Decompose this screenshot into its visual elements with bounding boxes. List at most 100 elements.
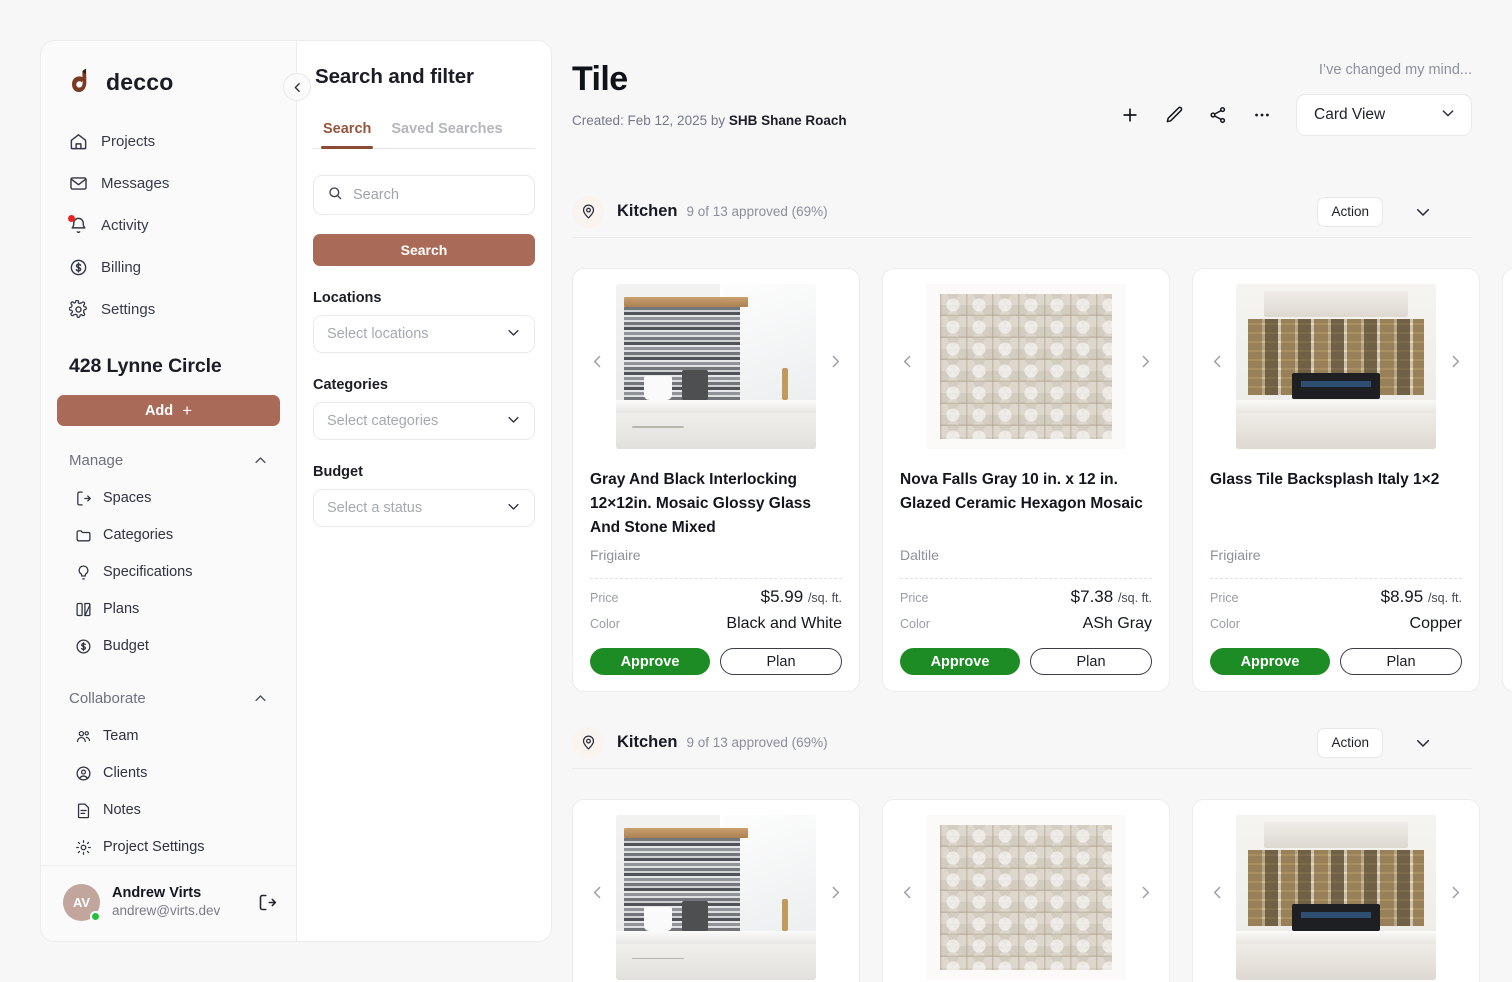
carousel-prev-icon[interactable] [894,349,920,375]
product-card[interactable]: Glass Tile Backsplash Italy 1×2 Frigiair… [1502,268,1512,693]
nav-item-settings[interactable]: Settings [57,289,280,329]
carousel-next-icon[interactable] [1132,349,1158,375]
search-input[interactable] [353,187,540,203]
nav-item-billing[interactable]: Billing [57,247,280,287]
collapse-panel-button[interactable] [283,73,311,101]
section-action-button[interactable]: Action [1317,196,1383,227]
product-card[interactable] [1192,799,1480,982]
search-and-filter-panel: Search and filter Search Saved Searches … [283,40,552,942]
card-media [1193,269,1479,454]
chevron-down-icon [1440,105,1456,126]
folder-icon [75,527,92,544]
group-header-manage[interactable]: Manage [57,448,280,472]
avatar: AV [63,884,101,922]
carousel-next-icon[interactable] [822,349,848,375]
chevron-down-icon[interactable] [1414,203,1432,221]
product-image [616,284,816,449]
sidebar-item-spaces[interactable]: Spaces [57,480,280,516]
user-email: andrew@virts.dev [112,903,221,919]
decco-logo-icon [69,67,94,97]
share-icon[interactable] [1196,98,1240,132]
price-value: $8.95 [1380,587,1424,606]
product-title: Glass Tile Backsplash Italy 1×2 [1210,471,1440,488]
carousel-prev-icon[interactable] [1204,349,1230,375]
product-card[interactable]: Nova Falls Gray 10 in. x 12 in. [882,799,1170,982]
carousel-prev-icon[interactable] [584,880,610,906]
card-media [883,800,1169,982]
online-status-dot [90,911,101,922]
sidebar-item-label: Plans [103,601,140,617]
attr-price: Price $7.38 /sq. ft. [900,587,1152,607]
more-icon[interactable] [1240,98,1284,132]
chevron-up-icon[interactable] [253,453,268,468]
product-card[interactable]: Glass Tile Backsplash Italy 1×2 Frigiair… [1192,268,1480,693]
tab-search[interactable]: Search [313,117,381,149]
carousel-prev-icon[interactable] [584,349,610,375]
sidebar-item-label: Specifications [103,564,193,580]
divider [590,578,842,580]
color-label: Color [900,617,930,631]
user-circle-icon [75,765,92,782]
divider [1210,578,1462,579]
attr-price: Price $5.99 /sq. ft. [590,587,842,607]
plan-button[interactable]: Plan [1340,648,1462,675]
sidebar-item-categories[interactable]: Categories [57,517,280,553]
product-card[interactable]: Nova Falls Gray 10 in. x 12 in. Glazed C… [882,268,1170,693]
nav-item-projects[interactable]: Projects [57,121,280,161]
plan-button[interactable]: Plan [1030,648,1152,675]
section-action-button[interactable]: Action [1317,727,1383,758]
sidebar-item-clients[interactable]: Clients [57,755,280,791]
product-card[interactable]: Gray And Black Interlocking 12×12in. Mos… [572,268,860,693]
attr-color: Color Copper [1210,615,1462,633]
carousel-next-icon[interactable] [822,880,848,906]
add-icon[interactable] [1108,98,1152,132]
brand[interactable]: decco [41,41,296,97]
chevron-up-icon[interactable] [253,691,268,706]
approve-button[interactable]: Approve [1210,648,1330,675]
approve-button[interactable]: Approve [900,648,1020,675]
chevron-left-icon [294,82,300,92]
approve-button[interactable]: Approve [590,648,710,676]
group-header-collaborate[interactable]: Collaborate [57,686,280,710]
tab-saved-searches[interactable]: Saved Searches [381,117,512,148]
card-media [1193,800,1479,982]
view-mode-select[interactable]: Card View [1296,94,1472,136]
search-submit-button[interactable]: Search [313,234,535,266]
carousel-next-icon[interactable] [1442,880,1468,906]
user-meta: Andrew Virts andrew@virts.dev [112,884,245,920]
sidebar-item-notes[interactable]: Notes [57,792,280,828]
card-media [573,800,859,982]
nav-item-activity[interactable]: Activity [57,205,280,245]
user-row[interactable]: AV Andrew Virts andrew@virts.dev [41,865,296,941]
edit-icon[interactable] [1152,98,1196,132]
product-card[interactable]: Gray And Black Interlocking [572,799,860,982]
sidebar-item-team[interactable]: Team [57,718,280,754]
search-icon [327,185,343,206]
card-actions: Approve Plan [590,648,842,676]
sidebar-item-budget[interactable]: Budget [57,628,280,664]
categories-select[interactable]: Select categories [313,402,535,440]
sidebar-item-label: Team [103,728,139,744]
product-title: Nova Falls Gray 10 in. x 12 in. Glazed C… [900,471,1143,513]
logout-icon[interactable] [257,892,278,913]
carousel-prev-icon[interactable] [1204,880,1230,906]
sidebar-item-label: Notes [103,802,141,818]
sidebar-item-specifications[interactable]: Specifications [57,554,280,590]
chevron-down-icon[interactable] [1414,734,1432,752]
nav-item-messages[interactable]: Messages [57,163,280,203]
sidebar-item-project-settings[interactable]: Project Settings [57,829,280,865]
carousel-next-icon[interactable] [1132,880,1158,906]
add-button[interactable]: Add + [57,395,280,426]
locations-select[interactable]: Select locations [313,315,535,353]
nav-label: Messages [101,174,170,192]
sidebar-item-label: Project Settings [103,839,205,855]
carousel-next-icon[interactable] [1442,349,1468,375]
carousel-prev-icon[interactable] [894,880,920,906]
project-title: 428 Lynne Circle [69,355,222,377]
plan-button[interactable]: Plan [720,648,842,676]
budget-select[interactable]: Select a status [313,489,535,527]
search-field-wrap[interactable] [313,175,540,215]
sidebar-item-plans[interactable]: Plans [57,591,280,627]
price-label: Price [900,591,929,605]
card-body: Glass Tile Backsplash Italy 1×2 Frigiair… [1503,454,1512,675]
